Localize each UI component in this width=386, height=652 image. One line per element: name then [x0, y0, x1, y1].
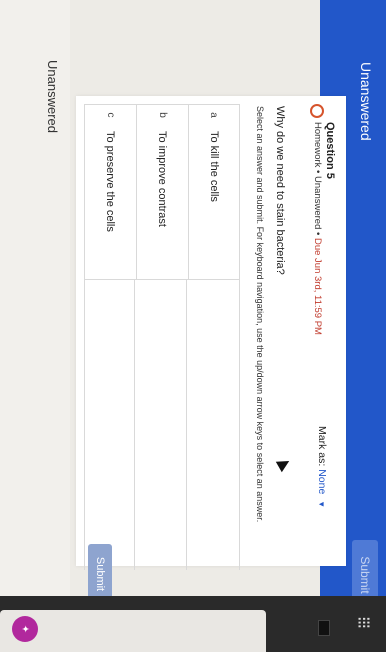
grid-menu-icon[interactable]: ⁝⁝⁝ — [353, 616, 374, 627]
app-icon[interactable] — [318, 620, 330, 636]
mark-as-dropdown[interactable]: Mark as: None ▼ — [316, 426, 328, 508]
unanswered-header-label: Unanswered — [358, 62, 374, 141]
mark-as-label: Mark as: — [316, 426, 328, 467]
option-letter: a — [208, 112, 220, 118]
mark-as-value: None — [316, 469, 328, 495]
question-meta: Homework • Unanswered • Due Jun 3rd, 11:… — [310, 122, 324, 342]
option-text: To kill the cells — [208, 131, 220, 202]
submit-button[interactable]: Submit — [88, 544, 112, 604]
status-ring-icon — [310, 104, 324, 118]
due-date: Due Jun 3rd, 11:59 PM — [312, 237, 323, 335]
unanswered-footer-label: Unanswered — [45, 60, 60, 133]
answer-options: a To kill the cells b To improve contras… — [84, 104, 240, 280]
category-label: Homework — [312, 122, 323, 168]
avatar-icon[interactable]: ✦ — [12, 616, 38, 642]
option-letter: b — [157, 112, 168, 118]
screen: Unanswered Submit Unanswered Question 5 … — [0, 0, 386, 652]
question-instructions: Select an answer and submit. For keyboar… — [255, 106, 265, 523]
side-panel — [0, 610, 266, 652]
mouse-cursor-icon — [275, 455, 293, 473]
option-letter: c — [105, 112, 116, 118]
option-b[interactable]: b To improve contrast — [136, 104, 188, 280]
option-text: To preserve the cells — [104, 131, 117, 232]
option-c[interactable]: c To preserve the cells — [84, 104, 136, 280]
option-text: To improve contrast — [156, 131, 169, 227]
question-prompt: Why do we need to stain bacteria? — [274, 106, 286, 275]
option-a[interactable]: a To kill the cells — [188, 104, 240, 280]
chevron-down-icon: ▼ — [317, 500, 326, 509]
question-card: Question 5 Homework • Unanswered • Due J… — [76, 96, 346, 604]
answer-options-extension — [84, 280, 240, 570]
question-title: Question 5 — [324, 122, 336, 179]
status-label: Unanswered — [312, 176, 323, 230]
